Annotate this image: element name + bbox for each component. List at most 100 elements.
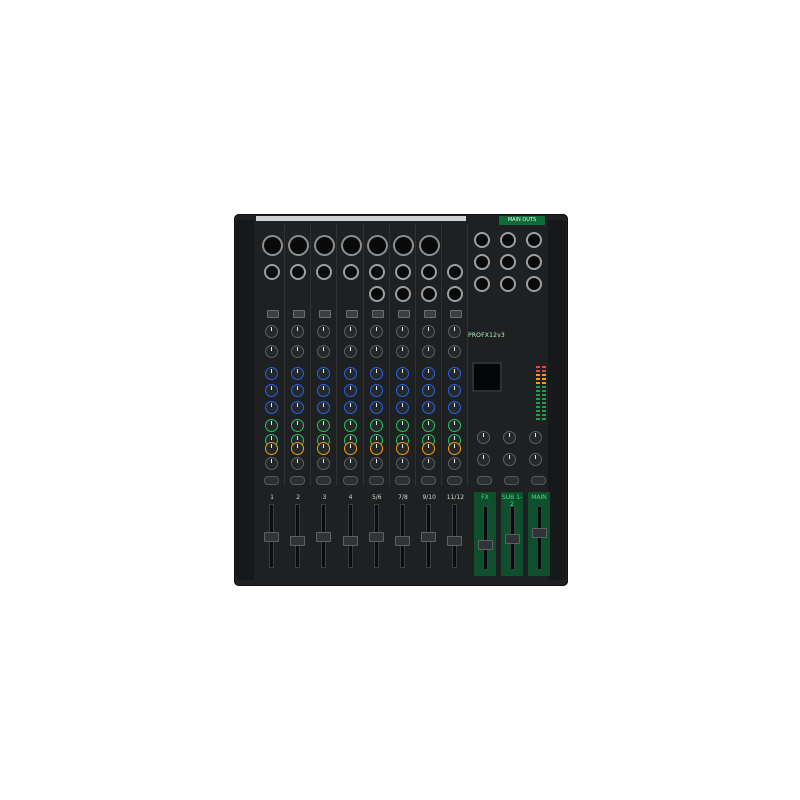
input-switch-button[interactable] (371, 310, 384, 318)
fx-send-knob[interactable] (266, 443, 277, 454)
eq-knob[interactable] (266, 368, 277, 379)
master-knob[interactable] (504, 432, 515, 443)
master-knob[interactable] (530, 432, 541, 443)
line-input-jack[interactable] (397, 266, 409, 278)
eq-knob[interactable] (397, 368, 408, 379)
channel-fader[interactable] (342, 536, 358, 546)
mute-button[interactable] (291, 477, 305, 484)
output-jack[interactable] (476, 278, 488, 290)
output-jack[interactable] (528, 256, 540, 268)
fx-send-knob[interactable] (370, 443, 382, 454)
mute-button[interactable] (265, 477, 278, 484)
eq-knob[interactable] (423, 385, 435, 396)
aux-knob[interactable] (397, 420, 408, 431)
fx-send-knob[interactable] (292, 443, 304, 454)
output-jack[interactable] (528, 234, 540, 246)
pan-knob[interactable] (397, 458, 408, 469)
line-input-jack[interactable] (423, 266, 436, 278)
master-fader[interactable] (478, 540, 493, 550)
line-input-jack-r[interactable] (449, 288, 462, 300)
line-input-jack[interactable] (370, 266, 383, 278)
pan-knob[interactable] (449, 458, 461, 469)
comp-knob[interactable] (397, 346, 408, 357)
eq-knob[interactable] (344, 385, 356, 396)
aux-knob[interactable] (292, 420, 304, 431)
mute-button[interactable] (448, 477, 462, 484)
eq-knob[interactable] (423, 402, 435, 413)
gain-knob[interactable] (423, 326, 435, 337)
mute-button[interactable] (317, 477, 331, 484)
eq-knob[interactable] (449, 368, 461, 379)
master-fader[interactable] (532, 528, 547, 538)
eq-knob[interactable] (318, 402, 330, 413)
input-switch-button[interactable] (293, 310, 306, 318)
eq-knob[interactable] (266, 385, 277, 396)
line-input-jack[interactable] (292, 266, 305, 278)
comp-knob[interactable] (292, 346, 304, 357)
line-input-jack[interactable] (266, 266, 278, 278)
pan-knob[interactable] (292, 458, 304, 469)
gain-knob[interactable] (370, 326, 382, 337)
gain-knob[interactable] (318, 326, 330, 337)
output-jack[interactable] (528, 278, 540, 290)
comp-knob[interactable] (449, 346, 461, 357)
master-fader-track[interactable] (483, 506, 488, 570)
aux-knob[interactable] (423, 420, 435, 431)
gain-knob[interactable] (292, 326, 304, 337)
comp-knob[interactable] (423, 346, 435, 357)
xlr-input-jack[interactable] (264, 237, 281, 254)
input-switch-button[interactable] (345, 310, 358, 318)
output-jack[interactable] (502, 278, 514, 290)
eq-knob[interactable] (344, 402, 356, 413)
eq-knob[interactable] (370, 385, 382, 396)
fx-send-knob[interactable] (397, 443, 408, 454)
fx-send-knob[interactable] (449, 443, 461, 454)
pan-knob[interactable] (318, 458, 330, 469)
fx-send-knob[interactable] (423, 443, 435, 454)
comp-knob[interactable] (266, 346, 277, 357)
gain-knob[interactable] (397, 326, 408, 337)
aux-knob[interactable] (266, 420, 277, 431)
eq-knob[interactable] (449, 402, 461, 413)
comp-knob[interactable] (344, 346, 356, 357)
eq-knob[interactable] (370, 368, 382, 379)
aux-knob[interactable] (449, 420, 461, 431)
aux-knob[interactable] (344, 420, 356, 431)
eq-knob[interactable] (292, 368, 304, 379)
eq-knob[interactable] (397, 385, 408, 396)
line-input-jack[interactable] (344, 266, 357, 278)
xlr-input-jack[interactable] (395, 237, 412, 254)
mute-button[interactable] (343, 477, 357, 484)
master-knob[interactable] (478, 432, 489, 443)
output-jack[interactable] (476, 256, 488, 268)
output-jack[interactable] (502, 256, 514, 268)
output-jack[interactable] (502, 234, 514, 246)
aux-knob[interactable] (370, 420, 382, 431)
pan-knob[interactable] (344, 458, 356, 469)
pan-knob[interactable] (266, 458, 277, 469)
channel-fader[interactable] (264, 532, 279, 542)
pan-knob[interactable] (423, 458, 435, 469)
fx-send-knob[interactable] (344, 443, 356, 454)
input-switch-button[interactable] (319, 310, 332, 318)
line-input-jack-r[interactable] (423, 288, 436, 300)
xlr-input-jack[interactable] (368, 237, 386, 254)
eq-knob[interactable] (449, 385, 461, 396)
channel-fader[interactable] (447, 536, 463, 546)
master-knob[interactable] (530, 454, 541, 465)
master-mute-button[interactable] (505, 477, 518, 484)
mute-button[interactable] (422, 477, 436, 484)
input-switch-button[interactable] (267, 310, 279, 318)
master-fader-track[interactable] (537, 506, 542, 570)
comp-knob[interactable] (370, 346, 382, 357)
xlr-input-jack[interactable] (316, 237, 334, 254)
output-jack[interactable] (476, 234, 488, 246)
line-input-jack-r[interactable] (397, 288, 409, 300)
channel-fader[interactable] (368, 532, 384, 542)
pan-knob[interactable] (370, 458, 382, 469)
eq-knob[interactable] (344, 368, 356, 379)
eq-knob[interactable] (318, 385, 330, 396)
master-knob[interactable] (504, 454, 515, 465)
fx-send-knob[interactable] (318, 443, 330, 454)
eq-knob[interactable] (292, 385, 304, 396)
